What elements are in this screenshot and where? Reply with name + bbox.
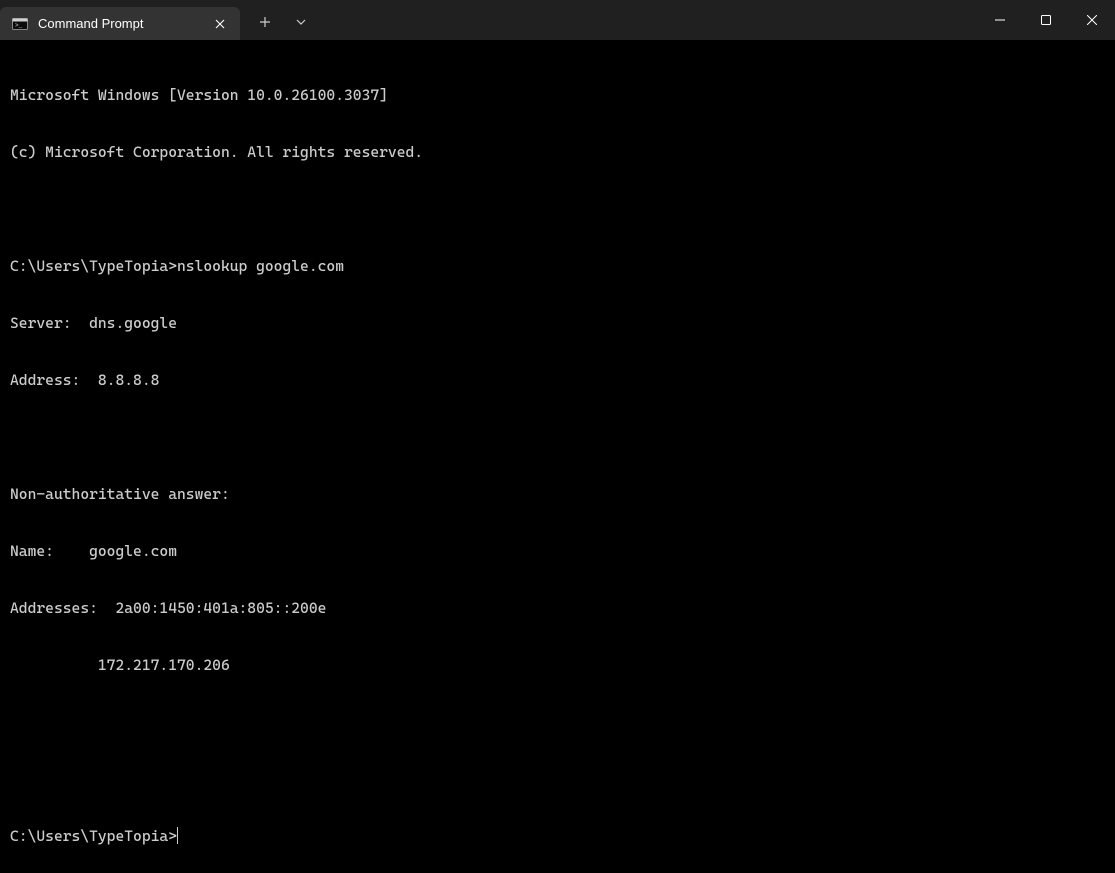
output-line: Non-authoritative answer: — [10, 485, 1105, 504]
new-tab-button[interactable] — [248, 6, 282, 38]
cursor — [177, 827, 178, 844]
tab-title: Command Prompt — [38, 16, 200, 31]
output-line: Name: google.com — [10, 542, 1105, 561]
prompt-line: C:\Users\TypeTopia> — [10, 827, 1105, 846]
output-line — [10, 770, 1105, 789]
output-line — [10, 428, 1105, 447]
close-window-button[interactable] — [1069, 0, 1115, 40]
output-line: Server: dns.google — [10, 314, 1105, 333]
output-line: C:\Users\TypeTopia>nslookup google.com — [10, 257, 1105, 276]
output-line: Microsoft Windows [Version 10.0.26100.30… — [10, 86, 1105, 105]
output-line: (c) Microsoft Corporation. All rights re… — [10, 143, 1105, 162]
tab-actions — [240, 0, 318, 40]
tab-command-prompt[interactable]: >_ Command Prompt — [0, 7, 240, 40]
cmd-icon: >_ — [12, 16, 28, 32]
window-controls — [977, 0, 1115, 40]
output-line — [10, 200, 1105, 219]
minimize-button[interactable] — [977, 0, 1023, 40]
tab-dropdown-button[interactable] — [284, 6, 318, 38]
output-line: 172.217.170.206 — [10, 656, 1105, 675]
prompt-text: C:\Users\TypeTopia> — [10, 827, 177, 846]
tab-close-button[interactable] — [210, 14, 230, 34]
titlebar: >_ Command Prompt — [0, 0, 1115, 40]
svg-text:>_: >_ — [15, 22, 23, 29]
tab-strip: >_ Command Prompt — [0, 0, 977, 40]
output-line — [10, 713, 1105, 732]
terminal-output[interactable]: Microsoft Windows [Version 10.0.26100.30… — [0, 40, 1115, 873]
output-line: Addresses: 2a00:1450:401a:805::200e — [10, 599, 1105, 618]
output-line: Address: 8.8.8.8 — [10, 371, 1105, 390]
maximize-button[interactable] — [1023, 0, 1069, 40]
